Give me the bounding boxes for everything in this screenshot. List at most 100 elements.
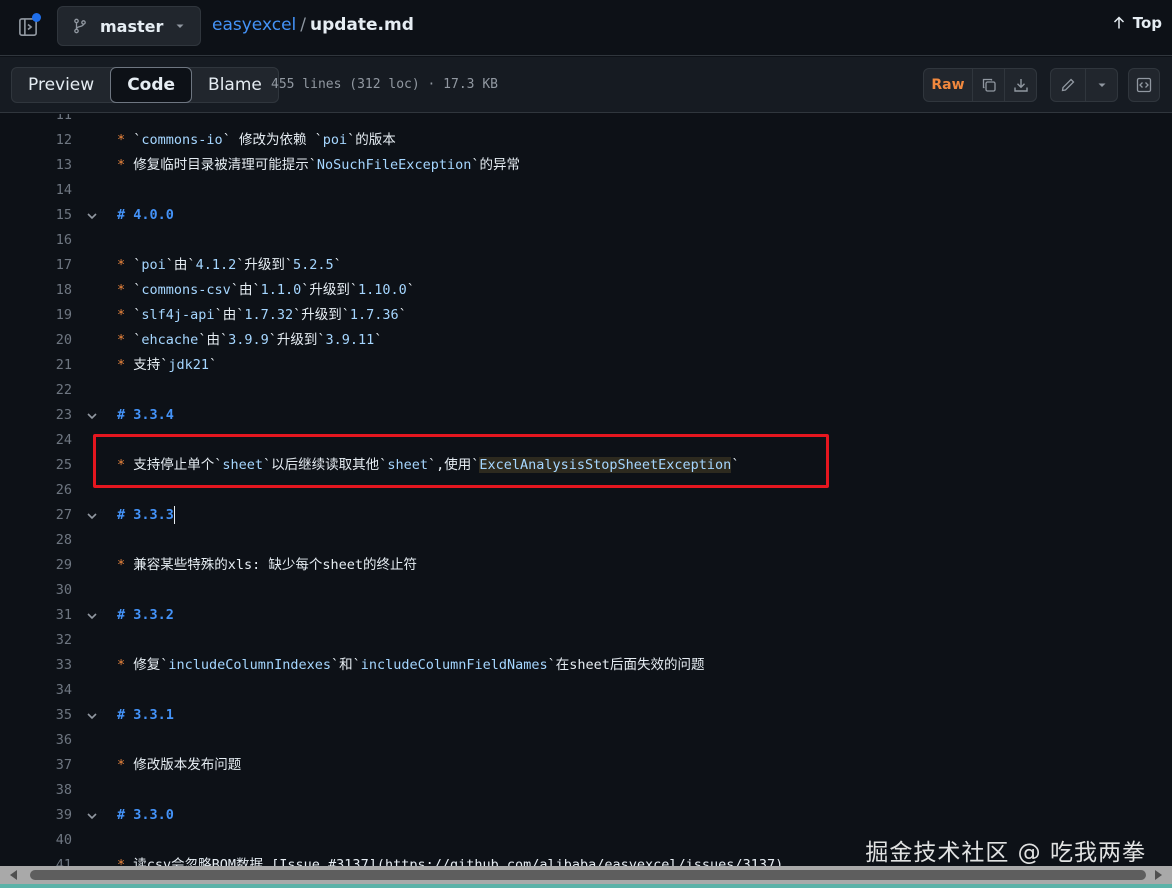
line-content: * 修复`includeColumnIndexes`和`includeColum… — [117, 653, 704, 678]
inline-code: 1.7.36 — [349, 307, 399, 323]
line-content: # 3.3.2 — [117, 603, 174, 628]
code-line: 13 * 修复临时目录被清理可能提示`NoSuchFileException`的异… — [0, 153, 1172, 178]
code-line: 35 # 3.3.1 — [0, 703, 1172, 728]
inline-code: commons-io — [141, 132, 223, 148]
breadcrumb: easyexcel / update.md — [212, 15, 414, 35]
line-number[interactable]: 28 — [0, 528, 72, 553]
list-bullet: * — [117, 307, 134, 323]
line-number[interactable]: 22 — [0, 378, 72, 403]
line-number[interactable]: 40 — [0, 828, 72, 853]
code-line: 31 # 3.3.2 — [0, 603, 1172, 628]
line-number[interactable]: 39 — [0, 803, 72, 828]
sidebar-toggle-button[interactable] — [10, 10, 46, 44]
raw-button[interactable]: Raw — [924, 69, 972, 101]
line-number[interactable]: 35 — [0, 703, 72, 728]
code-line: 29 * 兼容某些特殊的xls: 缺少每个sheet的终止符 — [0, 553, 1172, 578]
line-number[interactable]: 15 — [0, 203, 72, 228]
inline-code: poi — [141, 257, 166, 273]
line-number[interactable]: 25 — [0, 453, 72, 478]
scroll-left-arrow-icon[interactable] — [10, 870, 17, 880]
line-number[interactable]: 31 — [0, 603, 72, 628]
edit-button[interactable] — [1051, 69, 1085, 101]
plain-text: `升级到` — [268, 332, 326, 348]
inline-code: jdk21 — [168, 357, 210, 373]
line-content: # 3.3.4 — [117, 403, 174, 428]
chevron-down-icon[interactable] — [84, 703, 100, 728]
breadcrumb-repo-link[interactable]: easyexcel — [212, 15, 296, 35]
line-number[interactable]: 32 — [0, 628, 72, 653]
plain-text: 兼容某些特殊的xls: 缺少每个sheet的终止符 — [133, 557, 418, 573]
line-number[interactable]: 12 — [0, 128, 72, 153]
triangle-down-icon — [1098, 83, 1105, 87]
tab-blame[interactable]: Blame — [192, 68, 278, 102]
line-number[interactable]: 19 — [0, 303, 72, 328]
list-bullet: * — [117, 132, 134, 148]
scrollbar-thumb[interactable] — [30, 870, 1146, 880]
copy-button[interactable] — [972, 69, 1004, 101]
line-number[interactable]: 36 — [0, 728, 72, 753]
line-number[interactable]: 14 — [0, 178, 72, 203]
download-icon — [1013, 79, 1028, 92]
heading-text: # 3.3.4 — [117, 407, 174, 423]
code-line: 16 — [0, 228, 1172, 253]
notification-dot — [32, 13, 41, 22]
line-number[interactable]: 13 — [0, 153, 72, 178]
line-number[interactable]: 18 — [0, 278, 72, 303]
line-number[interactable]: 21 — [0, 353, 72, 378]
line-number[interactable]: 27 — [0, 503, 72, 528]
line-content: # 3.3.1 — [117, 703, 174, 728]
line-number[interactable]: 37 — [0, 753, 72, 778]
list-bullet: * — [117, 457, 134, 473]
edit-dropdown-button[interactable] — [1085, 69, 1117, 101]
horizontal-scrollbar[interactable] — [0, 866, 1172, 884]
line-number[interactable]: 17 — [0, 253, 72, 278]
line-content: # 4.0.0 — [117, 203, 174, 228]
line-number[interactable]: 29 — [0, 553, 72, 578]
list-bullet: * — [117, 157, 134, 173]
tab-preview[interactable]: Preview — [12, 68, 110, 102]
file-header: master easyexcel / update.md Top — [0, 0, 1172, 56]
chevron-down-icon[interactable] — [84, 403, 100, 428]
list-bullet: * — [117, 332, 134, 348]
line-number[interactable]: 20 — [0, 328, 72, 353]
download-button[interactable] — [1004, 69, 1036, 101]
line-number[interactable]: 16 — [0, 228, 72, 253]
chevron-down-icon[interactable] — [84, 603, 100, 628]
file-toolbar: Preview Code Blame 455 lines (312 loc) ·… — [0, 57, 1172, 113]
plain-text: `在sheet后面失效的问题 — [547, 657, 705, 673]
edit-actions-group — [1050, 68, 1118, 102]
line-number[interactable]: 24 — [0, 428, 72, 453]
scroll-right-arrow-icon[interactable] — [1155, 870, 1162, 880]
inline-code: commons-csv — [141, 282, 231, 298]
file-actions-group: Raw — [923, 68, 1037, 102]
breadcrumb-separator: / — [300, 15, 306, 35]
triangle-down-icon — [176, 24, 184, 28]
list-bullet: * — [117, 757, 134, 773]
inline-code: 1.7.32 — [244, 307, 294, 323]
code-viewer[interactable]: 11 12 * `commons-io` 修改为依赖 `poi`的版本 13 * 修复临… — [0, 114, 1172, 868]
line-number[interactable]: 38 — [0, 778, 72, 803]
top-label: Top — [1132, 14, 1162, 32]
line-number[interactable]: 34 — [0, 678, 72, 703]
watermark: 掘金技术社区 @ 吃我两拳 — [865, 840, 1146, 866]
symbols-panel-button[interactable] — [1128, 68, 1160, 102]
chevron-down-icon[interactable] — [84, 803, 100, 828]
inline-code: ehcache — [141, 332, 199, 348]
tab-code[interactable]: Code — [110, 67, 193, 103]
plain-text: `由` — [230, 282, 261, 298]
chevron-down-icon[interactable] — [84, 203, 100, 228]
top-button[interactable]: Top — [1111, 14, 1162, 32]
line-number[interactable]: 33 — [0, 653, 72, 678]
chevron-down-icon[interactable] — [84, 503, 100, 528]
inline-code: 3.9.11 — [325, 332, 375, 348]
inline-code: NoSuchFileException — [316, 157, 472, 173]
plain-text: `升级到` — [236, 257, 293, 273]
branch-selector[interactable]: master — [57, 6, 201, 46]
line-number[interactable]: 30 — [0, 578, 72, 603]
line-number[interactable]: 11 — [0, 114, 72, 128]
line-number[interactable]: 26 — [0, 478, 72, 503]
line-number[interactable]: 23 — [0, 403, 72, 428]
code-line: 37 * 修改版本发布问题 — [0, 753, 1172, 778]
line-content: * 兼容某些特殊的xls: 缺少每个sheet的终止符 — [117, 553, 417, 578]
line-content: * 支持停止单个`sheet`以后继续读取其他`sheet`,使用`ExcelA… — [117, 453, 739, 478]
